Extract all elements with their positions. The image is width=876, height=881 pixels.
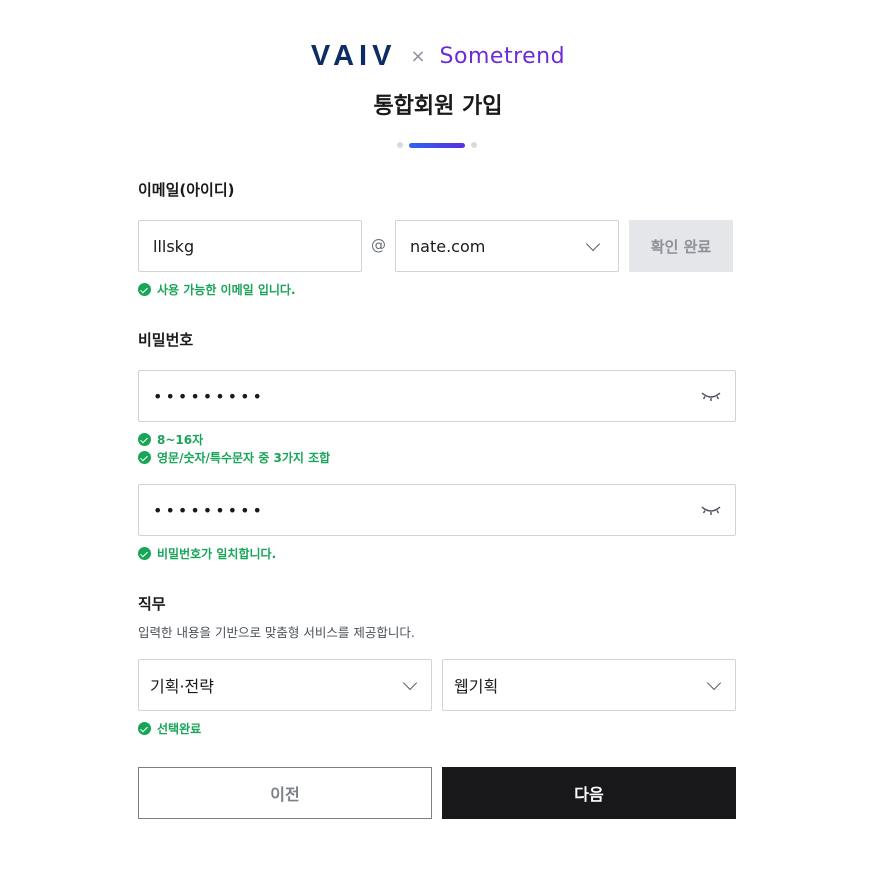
logo-separator: × <box>410 45 426 67</box>
prev-button[interactable]: 이전 <box>138 767 432 819</box>
password-rule-length: 8~16자 <box>138 431 203 448</box>
email-local-value: lllskg <box>153 236 195 256</box>
eye-closed-icon[interactable] <box>701 504 721 516</box>
at-symbol: @ <box>371 236 386 254</box>
check-circle-icon <box>138 433 151 446</box>
email-label: 이메일(아이디) <box>138 181 235 199</box>
email-domain-select[interactable]: nate.com <box>395 220 619 272</box>
brand-logo: VAIV × Sometrend <box>0 38 876 74</box>
job-role-select[interactable]: 웹기획 <box>442 659 736 711</box>
email-confirm-button[interactable]: 확인 완료 <box>629 220 733 272</box>
job-category-value: 기획·전략 <box>150 677 214 696</box>
password-match-status: 비밀번호가 일치합니다. <box>138 545 276 562</box>
password-confirm-masked-value: ••••••••• <box>153 500 265 520</box>
job-status-text: 선택완료 <box>157 722 202 736</box>
job-description: 입력한 내용을 기반으로 맞춤형 서비스를 제공합니다. <box>138 625 415 640</box>
next-button[interactable]: 다음 <box>442 767 736 819</box>
chevron-down-icon <box>402 675 418 691</box>
check-circle-icon <box>138 283 151 296</box>
step-dot-3 <box>471 142 477 148</box>
password-rule-combo: 영문/숫자/특수문자 중 3가지 조합 <box>138 449 330 466</box>
job-role-value: 웹기획 <box>454 677 499 696</box>
email-local-input[interactable]: lllskg <box>138 220 362 272</box>
sometrend-logo: Sometrend <box>439 43 566 69</box>
check-circle-icon <box>138 722 151 735</box>
password-match-text: 비밀번호가 일치합니다. <box>157 547 277 561</box>
password-label: 비밀번호 <box>138 331 194 349</box>
email-status: 사용 가능한 이메일 입니다. <box>138 281 296 298</box>
step-current <box>409 143 465 148</box>
check-circle-icon <box>138 547 151 560</box>
chevron-down-icon <box>585 236 601 252</box>
password-masked-value: ••••••••• <box>153 386 265 406</box>
vaiv-logo: VAIV <box>310 39 397 72</box>
email-status-text: 사용 가능한 이메일 입니다. <box>157 283 296 297</box>
step-dot-1 <box>397 142 403 148</box>
chevron-down-icon <box>706 675 722 691</box>
job-category-select[interactable]: 기획·전략 <box>138 659 432 711</box>
eye-closed-icon[interactable] <box>701 390 721 402</box>
password-confirm-input[interactable]: ••••••••• <box>138 484 736 536</box>
job-status: 선택완료 <box>138 720 201 737</box>
job-label: 직무 <box>138 595 166 613</box>
password-rule-combo-text: 영문/숫자/특수문자 중 3가지 조합 <box>157 451 331 465</box>
email-domain-value: nate.com <box>410 236 486 256</box>
password-input[interactable]: ••••••••• <box>138 370 736 422</box>
password-rule-length-text: 8~16자 <box>157 433 204 447</box>
page-title: 통합회원 가입 <box>373 94 503 119</box>
check-circle-icon <box>138 451 151 464</box>
